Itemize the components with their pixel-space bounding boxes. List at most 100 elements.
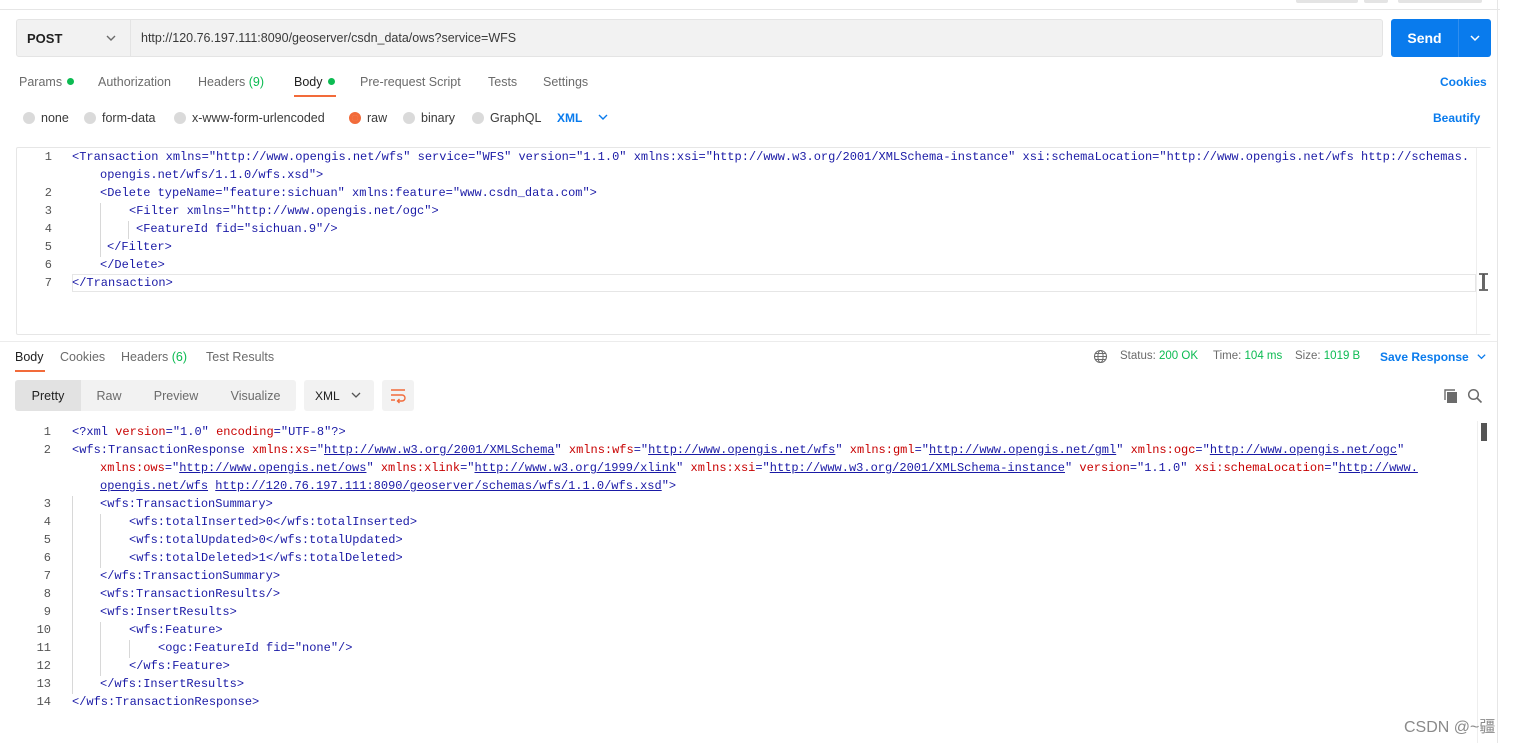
view-raw-button[interactable]: Raw: [81, 380, 137, 411]
xml-link[interactable]: http://www.w3.org/2001/XMLSchema-instanc…: [770, 461, 1065, 475]
line-number: 9: [43, 605, 51, 619]
chevron-down-icon: [1477, 354, 1486, 360]
code-line: xmlns:ows="http://www.opengis.net/ows" x…: [100, 461, 1418, 475]
method-select[interactable]: POST: [16, 19, 131, 57]
chevron-down-icon: [351, 392, 361, 398]
line-number: 2: [43, 443, 51, 457]
response-tab-cookies[interactable]: Cookies: [60, 350, 105, 364]
line-number: 2: [44, 186, 52, 200]
chevron-down-icon: [106, 35, 116, 41]
copy-icon[interactable]: [1443, 388, 1459, 404]
line-number: 3: [43, 497, 51, 511]
xml-value: "UTF-8": [280, 425, 332, 439]
xml-link[interactable]: http://www.opengis.net/wfs: [648, 443, 835, 457]
line-number: 6: [43, 551, 51, 565]
line-number: 5: [43, 533, 51, 547]
radio-raw[interactable]: raw: [349, 111, 387, 125]
top-toolbar-stub: [1296, 0, 1358, 3]
code-line: <wfs:totalInserted>0</wfs:totalInserted>: [129, 515, 418, 529]
url-text: http://120.76.197.111:8090/geoserver/csd…: [141, 31, 517, 45]
line-number: 4: [43, 515, 51, 529]
tab-tests[interactable]: Tests: [488, 75, 517, 89]
xml-attr: xmlns:ows: [100, 461, 165, 475]
view-pretty-button[interactable]: Pretty: [15, 380, 81, 411]
line-number: 5: [44, 240, 52, 254]
code-line: </Delete>: [100, 258, 165, 272]
xml-link[interactable]: http://www.opengis.net/gml: [929, 443, 1116, 457]
chevron-down-icon: [598, 114, 608, 120]
radio-graphql[interactable]: GraphQL: [472, 111, 541, 125]
xml-attr: encoding: [216, 425, 274, 439]
globe-icon[interactable]: [1093, 349, 1108, 364]
radio-label: form-data: [102, 111, 156, 125]
radio-form-data[interactable]: form-data: [84, 111, 156, 125]
cookies-link[interactable]: Cookies: [1440, 75, 1487, 89]
response-format-select[interactable]: XML: [304, 380, 374, 411]
xml-link[interactable]: http://120.76.197.111:8090/geoserver/sch…: [215, 479, 661, 493]
status-dot: [327, 78, 335, 85]
chevron-down-icon[interactable]: [1468, 31, 1482, 45]
wrap-lines-icon: [391, 389, 406, 404]
xml-link[interactable]: opengis.net/wfs: [100, 479, 208, 493]
indent-guide: [100, 203, 101, 257]
line-number: 1: [43, 425, 51, 439]
body-language-select[interactable]: XML: [557, 111, 609, 125]
active-tab-indicator: [15, 370, 45, 372]
line-number: 6: [44, 258, 52, 272]
response-scrollbar[interactable]: [1477, 421, 1491, 743]
search-icon[interactable]: [1467, 388, 1483, 404]
response-tab-body[interactable]: Body: [15, 350, 44, 364]
radio-binary[interactable]: binary: [403, 111, 455, 125]
radio-label: GraphQL: [490, 111, 542, 125]
xml-link[interactable]: http://www.w3.org/1999/xlink: [474, 461, 676, 475]
xml-link[interactable]: http://www.: [1339, 461, 1418, 475]
language-label: XML: [557, 111, 583, 125]
code-line: </wfs:InsertResults>: [100, 677, 245, 691]
method-label: POST: [27, 30, 63, 46]
response-tab-headers[interactable]: Headers (6): [121, 350, 187, 364]
scrollbar-thumb[interactable]: [1481, 423, 1487, 441]
time-label: Time:: [1213, 350, 1242, 362]
indent-guide: [72, 496, 73, 694]
xml-link[interactable]: http://www.opengis.net/ows: [179, 461, 366, 475]
wrap-lines-button[interactable]: [382, 380, 414, 411]
xml-link[interactable]: http://www.w3.org/2001/XMLSchema: [324, 443, 554, 457]
radio-none[interactable]: none: [23, 111, 69, 125]
view-preview-button[interactable]: Preview: [137, 380, 215, 411]
code-line: <wfs:Feature>: [129, 623, 223, 637]
top-toolbar-stub: [1364, 0, 1388, 3]
code-line: <wfs:totalDeleted>1</wfs:totalDeleted>: [129, 551, 403, 565]
xml-link[interactable]: http://www.opengis.net/ogc: [1210, 443, 1397, 457]
save-response-button[interactable]: Save Response: [1380, 350, 1487, 364]
line-number: 7: [44, 276, 52, 290]
response-tab-test-results[interactable]: Test Results: [206, 350, 274, 364]
code-line: opengis.net/wfs/1.1.0/wfs.xsd">: [100, 168, 324, 182]
tab-authorization[interactable]: Authorization: [98, 75, 171, 89]
line-number: 13: [36, 677, 51, 691]
code-line: <?xml version="1.0" encoding="UTF-8"?>: [72, 425, 346, 439]
tab-pre-request-script[interactable]: Pre-request Script: [360, 75, 461, 89]
view-visualize-button[interactable]: Visualize: [215, 380, 296, 411]
code-line: </Transaction>: [72, 276, 173, 290]
tab-params[interactable]: Params: [19, 75, 75, 89]
size-label: Size:: [1295, 350, 1321, 362]
xml-tag: <?xml: [72, 425, 116, 439]
code-line: <wfs:TransactionSummary>: [100, 497, 273, 511]
line-number: 3: [44, 204, 52, 218]
radio-x-www-form-urlencoded[interactable]: x-www-form-urlencoded: [174, 111, 325, 125]
xml-tag: ?>: [331, 425, 346, 439]
tab-label: Body: [294, 75, 323, 89]
response-time: Time: 104 ms: [1213, 350, 1282, 362]
send-button[interactable]: Send: [1391, 19, 1491, 57]
tab-settings[interactable]: Settings: [543, 75, 588, 89]
editor-scrollbar[interactable]: [1476, 148, 1491, 334]
active-tab-indicator: [294, 95, 336, 97]
radio-circle: [403, 112, 415, 124]
indent-guide: [100, 622, 101, 676]
code-line: <ogc:FeatureId fid="none"/>: [158, 641, 353, 655]
tab-body[interactable]: Body: [294, 75, 335, 89]
url-input[interactable]: http://120.76.197.111:8090/geoserver/csd…: [131, 19, 1383, 57]
beautify-link[interactable]: Beautify: [1433, 111, 1480, 125]
tab-headers[interactable]: Headers (9): [198, 75, 264, 89]
divider: [1497, 0, 1498, 743]
